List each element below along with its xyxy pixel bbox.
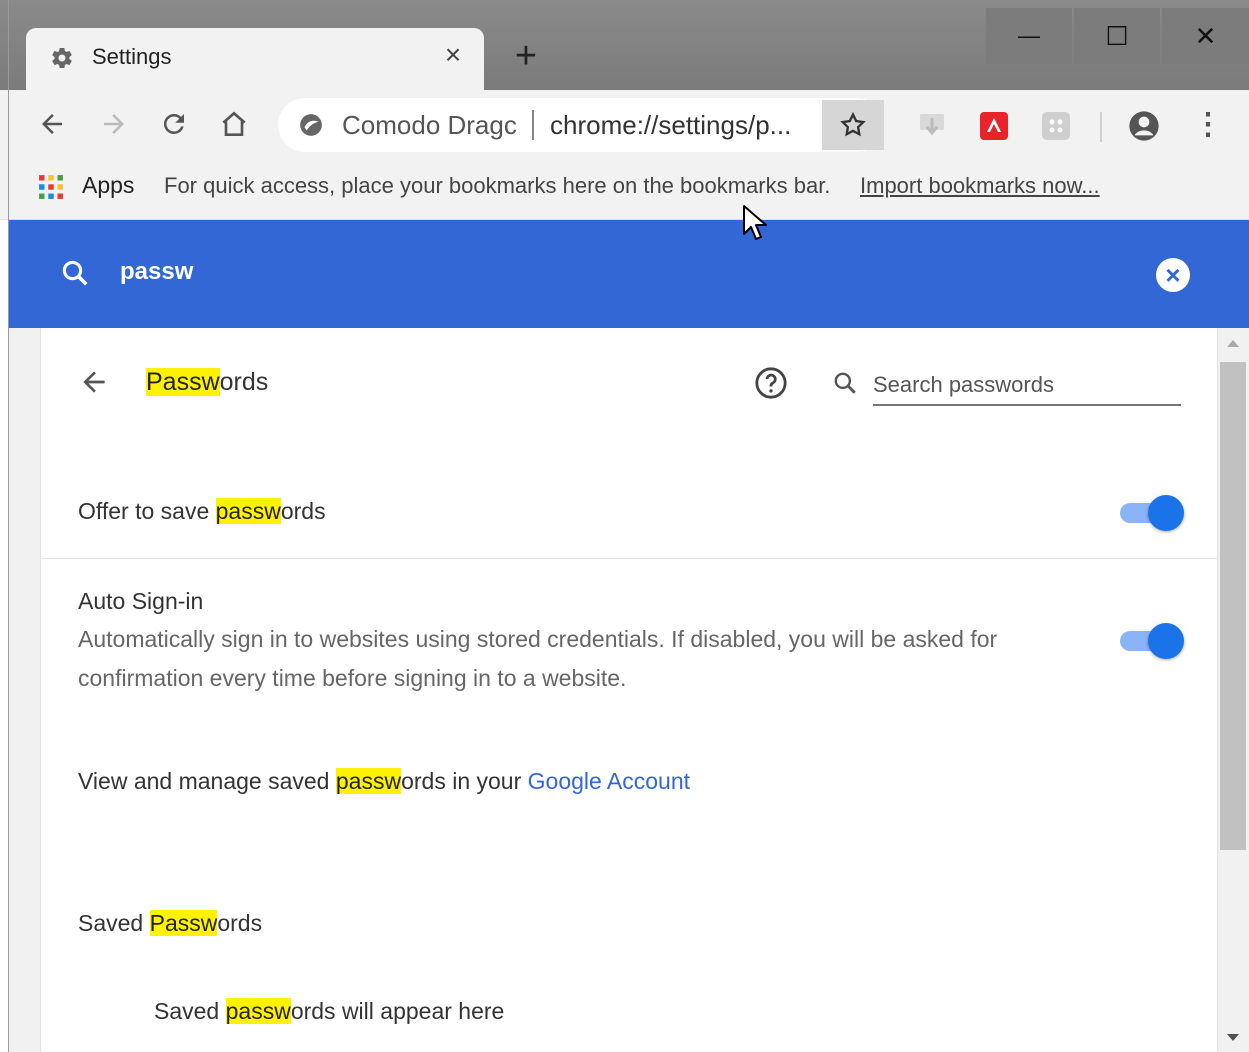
- scroll-up-arrow-icon[interactable]: [1227, 340, 1239, 347]
- title-bar: Settings × + — ☐ ✕: [0, 0, 1249, 92]
- menu-button[interactable]: ⋮: [1188, 104, 1228, 144]
- saved-empty-suffix: ords will appear here: [290, 998, 505, 1024]
- scroll-down-arrow-icon[interactable]: [1227, 1034, 1239, 1041]
- window-border: [8, 0, 9, 1052]
- url-text[interactable]: chrome://settings/p...: [550, 110, 791, 141]
- tab-settings[interactable]: Settings ×: [26, 28, 484, 92]
- search-icon: [62, 260, 88, 286]
- download-extension-icon[interactable]: [916, 110, 948, 142]
- maximize-icon: ☐: [1105, 20, 1129, 51]
- saved-passwords-heading: Saved Passwords: [78, 910, 262, 937]
- reload-icon: [163, 113, 184, 134]
- saved-heading-prefix: Saved: [78, 910, 150, 936]
- google-account-link[interactable]: Google Account: [528, 768, 690, 794]
- bookmark-star-button[interactable]: [822, 100, 884, 150]
- address-bar[interactable]: Comodo Dragc chrome://settings/p...: [278, 98, 884, 152]
- minimize-icon: —: [1018, 23, 1040, 48]
- maximize-button[interactable]: ☐: [1074, 8, 1160, 64]
- back-arrow-icon[interactable]: [78, 366, 110, 398]
- auto-signin-toggle[interactable]: [1120, 623, 1184, 659]
- offer-save-highlight: passw: [215, 498, 281, 524]
- back-icon: [42, 114, 62, 134]
- red-extension-icon[interactable]: [978, 110, 1010, 142]
- home-button[interactable]: [214, 104, 254, 144]
- toolbar: Comodo Dragc chrome://settings/p... ⋮: [0, 90, 1249, 162]
- search-passwords-icon: [834, 372, 856, 394]
- manage-highlight: passw: [335, 768, 402, 794]
- saved-passwords-empty: Saved passwords will appear here: [154, 998, 504, 1025]
- toggle-knob: [1148, 495, 1184, 531]
- apps-shortcut[interactable]: Apps: [82, 172, 134, 199]
- title-rest: ords: [219, 368, 269, 396]
- auto-signin-description: Automatically sign in to websites using …: [78, 626, 998, 691]
- settings-search-input[interactable]: passw: [120, 258, 193, 286]
- manage-prefix: View and manage saved: [78, 768, 336, 794]
- back-button[interactable]: [32, 104, 72, 144]
- bookmarks-bar: Apps For quick access, place your bookma…: [0, 162, 1249, 220]
- menu-icon: ⋮: [1193, 107, 1223, 141]
- scroll-thumb[interactable]: [1220, 362, 1246, 850]
- offer-save-prefix: Offer to save: [78, 498, 216, 524]
- close-window-button[interactable]: ✕: [1162, 8, 1249, 64]
- forward-button[interactable]: [94, 104, 134, 144]
- offer-save-toggle[interactable]: [1120, 495, 1184, 531]
- new-tab-button[interactable]: +: [508, 37, 544, 75]
- toggle-knob: [1148, 623, 1184, 659]
- reload-button[interactable]: [154, 104, 194, 144]
- clear-search-icon[interactable]: ×: [1156, 258, 1190, 292]
- help-icon[interactable]: [754, 366, 788, 400]
- close-icon: ✕: [1194, 20, 1217, 51]
- saved-heading-suffix: ords: [217, 910, 263, 936]
- minimize-button[interactable]: —: [986, 8, 1072, 64]
- tab-title: Settings: [92, 44, 172, 69]
- site-label: Comodo Dragc: [342, 110, 517, 140]
- offer-save-label: Offer to save passwords: [78, 498, 326, 525]
- mouse-cursor-icon: [743, 205, 767, 240]
- forward-icon: [104, 114, 124, 134]
- search-passwords-input[interactable]: [873, 366, 1181, 406]
- title-highlight: Passw: [146, 368, 220, 396]
- apps-grid-icon: [39, 175, 63, 199]
- site-info-icon[interactable]: [298, 112, 324, 138]
- manage-middle: ords in your: [401, 768, 528, 794]
- star-icon: [840, 111, 866, 137]
- manage-passwords-text: View and manage saved passwords in your …: [78, 768, 690, 795]
- home-icon: [222, 111, 246, 136]
- settings-search-bar: passw ×: [8, 220, 1249, 328]
- bookmarks-hint: For quick access, place your bookmarks h…: [164, 173, 831, 198]
- profile-icon[interactable]: [1128, 110, 1160, 142]
- saved-empty-highlight: passw: [225, 998, 291, 1024]
- saved-heading-highlight: Passw: [149, 910, 218, 936]
- toolbar-separator: [1100, 112, 1102, 142]
- row-divider: [40, 558, 1218, 559]
- tab-close-icon[interactable]: ×: [438, 40, 468, 70]
- auto-signin-title: Auto Sign-in: [78, 588, 204, 614]
- gear-icon: [52, 48, 72, 69]
- offer-save-suffix: ords: [280, 498, 326, 524]
- import-bookmarks-link[interactable]: Import bookmarks now...: [860, 173, 1100, 199]
- page-title: Passwords: [146, 368, 268, 397]
- saved-empty-prefix: Saved: [154, 998, 226, 1024]
- grey-extension-icon[interactable]: [1040, 110, 1072, 142]
- omnibox-separator: [532, 110, 534, 140]
- scrollbar[interactable]: [1218, 328, 1249, 1052]
